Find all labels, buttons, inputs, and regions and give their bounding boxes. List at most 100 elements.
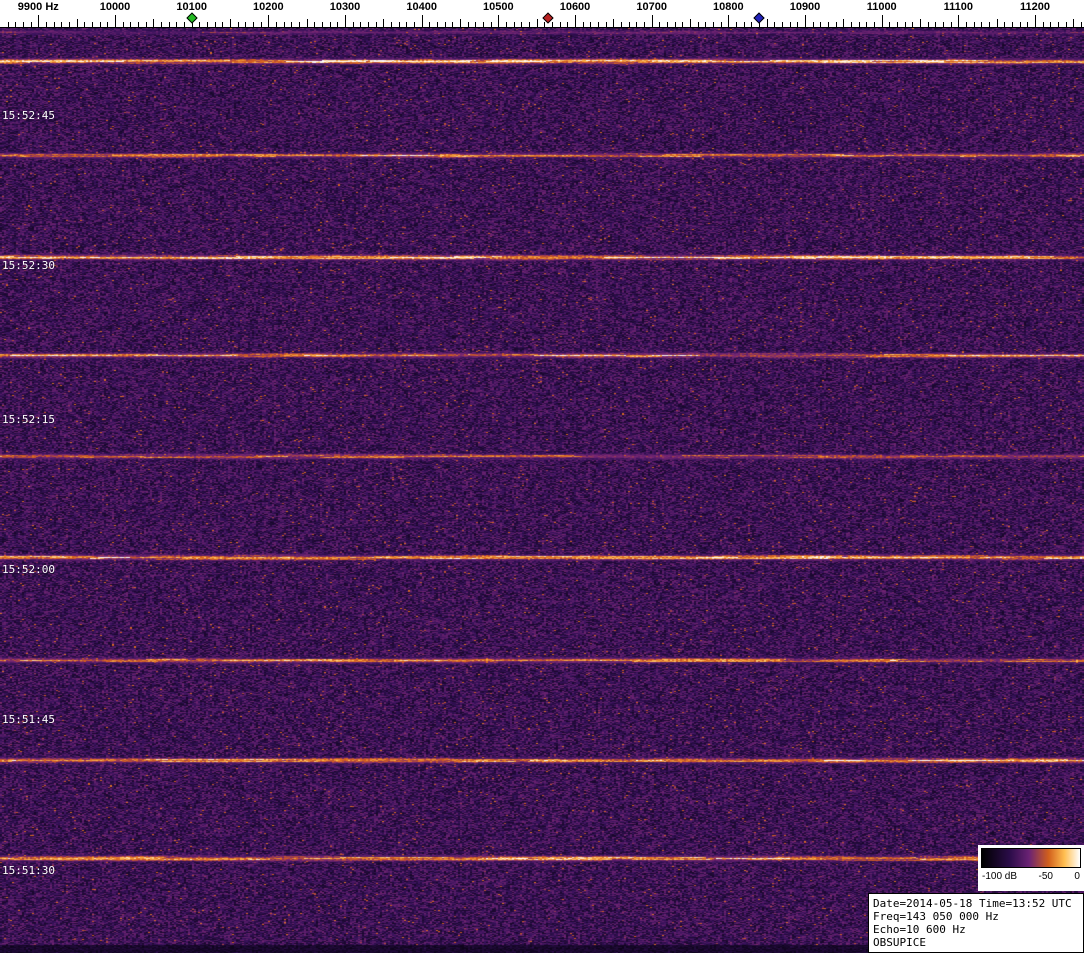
tick-mark bbox=[1019, 22, 1021, 27]
tick-mark bbox=[130, 22, 132, 27]
info-date-time: Date=2014-05-18 Time=13:52 UTC bbox=[873, 897, 1072, 910]
tick-mark bbox=[506, 22, 507, 27]
tick-mark bbox=[107, 22, 109, 27]
tick-mark bbox=[245, 22, 247, 27]
tick-mark bbox=[122, 22, 124, 27]
tick-mark bbox=[38, 15, 40, 27]
tick-mark bbox=[943, 22, 944, 27]
tick-mark bbox=[766, 19, 768, 27]
tick-mark bbox=[912, 22, 914, 27]
tick-mark bbox=[283, 22, 285, 27]
tick-mark bbox=[605, 22, 607, 27]
tick-mark bbox=[23, 22, 24, 27]
freq-tick-label: 10400 bbox=[406, 1, 437, 13]
tick-mark bbox=[69, 22, 70, 27]
tick-mark bbox=[805, 15, 806, 27]
tick-mark bbox=[475, 22, 477, 27]
tick-mark bbox=[222, 22, 224, 27]
frequency-ruler[interactable]: 9900 Hz 10000 10100 10200 10300 10400 10500 106… bbox=[0, 0, 1084, 28]
freq-marker-green-icon[interactable] bbox=[186, 12, 198, 24]
legend-max-label: 0 bbox=[1074, 871, 1080, 882]
legend-labels: -100 dB -50 0 bbox=[981, 871, 1081, 882]
tick-mark bbox=[996, 19, 998, 27]
time-tick-label: 15:51:30 bbox=[2, 864, 55, 877]
freq-tick-label: 11100 bbox=[943, 1, 973, 13]
tick-mark bbox=[552, 22, 553, 27]
tick-mark bbox=[444, 22, 446, 27]
tick-mark bbox=[15, 22, 17, 27]
tick-mark bbox=[973, 22, 975, 27]
tick-mark bbox=[329, 22, 331, 27]
tick-mark bbox=[835, 22, 837, 27]
tick-mark bbox=[966, 22, 967, 27]
freq-tick-label: 11200 bbox=[1020, 1, 1050, 13]
legend-min-label: -100 dB bbox=[982, 871, 1018, 882]
tick-mark bbox=[268, 15, 270, 27]
freq-tick-label: 10900 bbox=[789, 1, 821, 13]
tick-mark bbox=[352, 22, 354, 27]
tick-mark bbox=[521, 22, 523, 27]
tick-mark bbox=[782, 22, 783, 27]
tick-mark bbox=[536, 19, 538, 27]
tick-mark bbox=[590, 22, 592, 27]
tick-mark bbox=[375, 22, 377, 27]
tick-mark bbox=[398, 22, 400, 27]
tick-mark bbox=[99, 22, 101, 27]
tick-mark bbox=[452, 22, 454, 27]
tick-mark bbox=[498, 15, 500, 27]
legend-mid-label: -50 bbox=[1038, 871, 1053, 882]
tick-mark bbox=[437, 22, 438, 27]
time-tick-label: 15:51:45 bbox=[2, 713, 55, 726]
tick-mark bbox=[927, 22, 929, 27]
tick-mark bbox=[84, 22, 86, 27]
tick-mark bbox=[697, 22, 699, 27]
tick-mark bbox=[935, 22, 937, 27]
tick-mark bbox=[529, 22, 530, 27]
tick-mark bbox=[490, 22, 492, 27]
tick-mark bbox=[720, 22, 722, 27]
tick-mark bbox=[414, 22, 415, 27]
tick-mark bbox=[866, 22, 868, 27]
tick-mark bbox=[843, 19, 845, 27]
tick-mark bbox=[230, 19, 231, 27]
tick-mark bbox=[276, 22, 277, 27]
tick-mark bbox=[1073, 19, 1075, 27]
tick-mark bbox=[659, 22, 661, 27]
tick-mark bbox=[199, 22, 201, 27]
tick-mark bbox=[1050, 22, 1052, 27]
tick-mark bbox=[260, 22, 262, 27]
tick-mark bbox=[253, 22, 254, 27]
tick-mark bbox=[138, 22, 139, 27]
freq-marker-blue-icon[interactable] bbox=[753, 12, 765, 24]
tick-mark bbox=[904, 22, 906, 27]
info-station: OBSUPICE bbox=[873, 936, 926, 949]
spectrogram-canvas[interactable] bbox=[0, 28, 1084, 953]
tick-mark bbox=[881, 15, 883, 27]
tick-mark bbox=[1035, 15, 1036, 27]
tick-mark bbox=[874, 22, 875, 27]
tick-mark bbox=[421, 15, 423, 27]
tick-mark bbox=[774, 22, 776, 27]
freq-tick-label: 10600 bbox=[559, 1, 591, 13]
tick-mark bbox=[812, 22, 814, 27]
tick-mark bbox=[743, 22, 745, 27]
tick-mark bbox=[751, 22, 753, 27]
tick-mark bbox=[345, 15, 346, 27]
tick-mark bbox=[920, 19, 921, 27]
tick-mark bbox=[1012, 22, 1013, 27]
tick-mark bbox=[61, 22, 63, 27]
tick-mark bbox=[1042, 22, 1044, 27]
tick-mark bbox=[736, 22, 737, 27]
tick-mark bbox=[889, 22, 891, 27]
tick-mark bbox=[360, 22, 362, 27]
tick-mark bbox=[621, 22, 622, 27]
tick-mark bbox=[30, 22, 32, 27]
freq-tick-label: 10800 bbox=[713, 1, 744, 13]
tick-mark bbox=[667, 22, 668, 27]
tick-mark bbox=[1065, 22, 1067, 27]
freq-tick-label: 9900 Hz bbox=[17, 1, 59, 13]
tick-mark bbox=[322, 22, 323, 27]
tick-mark bbox=[828, 22, 829, 27]
tick-mark bbox=[337, 22, 339, 27]
tick-mark bbox=[559, 22, 561, 27]
